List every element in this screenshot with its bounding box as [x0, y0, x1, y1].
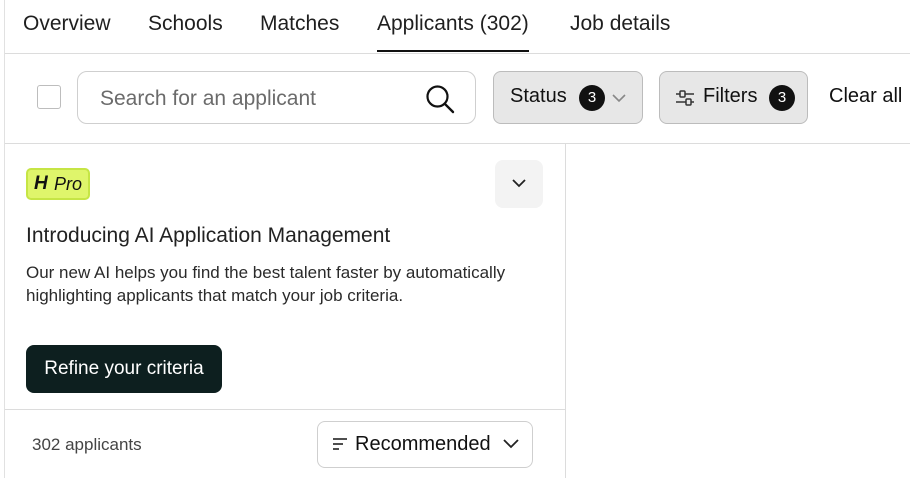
applicant-count: 302 applicants [32, 435, 142, 454]
applicant-toolbar: Status 3 Filters 3 Clear all [5, 54, 910, 144]
filters-button[interactable]: Filters 3 [659, 71, 808, 124]
tab-job-details[interactable]: Job details [570, 10, 670, 38]
status-count-badge: 3 [579, 85, 605, 111]
detail-panel [566, 144, 910, 478]
sliders-icon [676, 90, 694, 106]
clear-all-button[interactable]: Clear all [829, 85, 902, 108]
applicant-list-panel: H Pro Introducing AI Application Managem… [5, 144, 566, 478]
select-all-checkbox[interactable] [37, 85, 61, 109]
hpro-badge-h: H [34, 173, 48, 194]
filters-label: Filters [703, 85, 758, 107]
sort-icon [333, 438, 347, 450]
tab-matches[interactable]: Matches [260, 10, 339, 38]
hpro-badge-pro: Pro [54, 174, 83, 194]
tab-applicants[interactable]: Applicants (302) [377, 10, 529, 52]
search-box[interactable] [77, 71, 476, 124]
chevron-down-icon [503, 439, 519, 449]
promo-title: Introducing AI Application Management [26, 224, 391, 247]
chevron-down-icon [512, 179, 526, 188]
status-filter-button[interactable]: Status 3 [493, 71, 643, 124]
divider [5, 409, 565, 410]
promo-description: Our new AI helps you find the best talen… [26, 263, 506, 305]
filters-count-badge: 3 [769, 85, 795, 111]
search-icon[interactable] [425, 84, 455, 114]
search-input[interactable] [98, 84, 412, 114]
status-filter-label: Status [510, 85, 567, 107]
refine-criteria-button[interactable]: Refine your criteria [26, 345, 222, 393]
hpro-badge: H Pro [26, 168, 90, 200]
tab-overview[interactable]: Overview [23, 10, 111, 38]
collapse-promo-button[interactable] [495, 160, 543, 208]
tab-schools[interactable]: Schools [148, 10, 223, 38]
sort-dropdown[interactable]: Recommended [317, 421, 533, 468]
tab-bar: Overview Schools Matches Applicants (302… [5, 0, 910, 54]
sort-label: Recommended [355, 433, 491, 455]
chevron-down-icon [612, 94, 626, 103]
